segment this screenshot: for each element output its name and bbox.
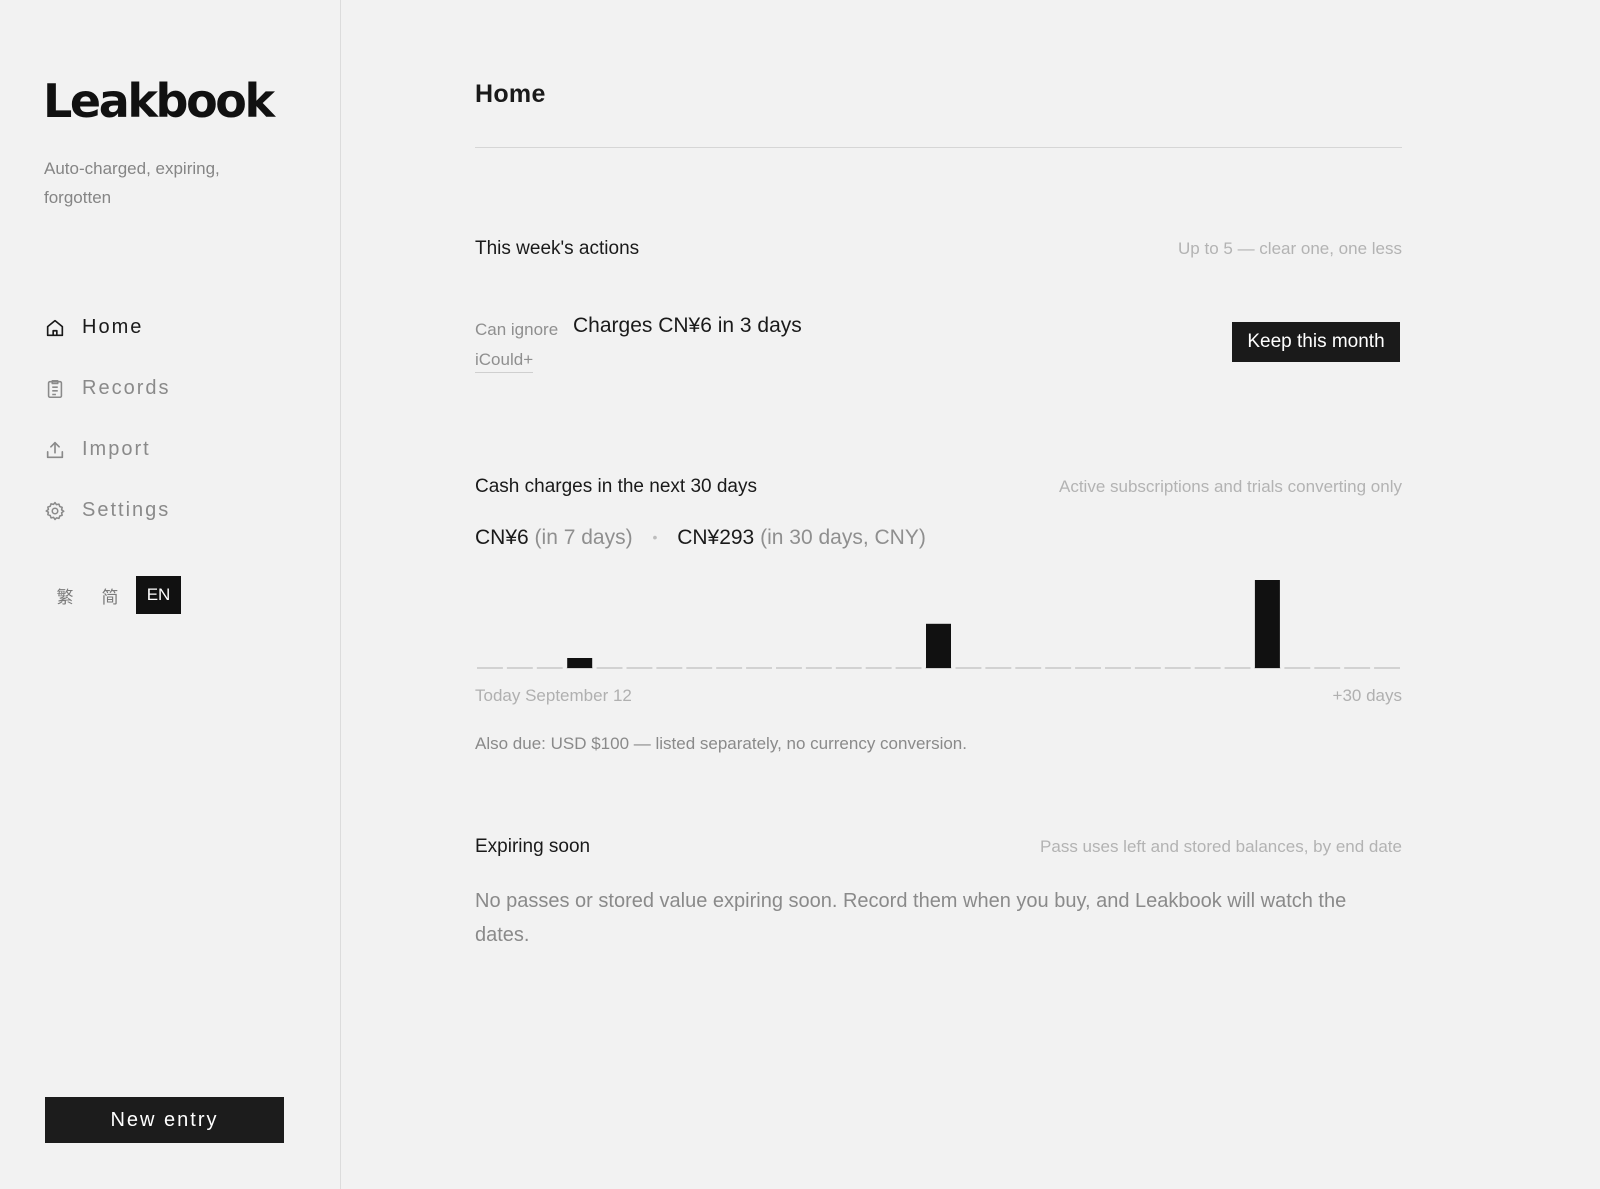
chart-day-baseline [1194,667,1221,669]
total-7-days-note: (in 7 days) [534,526,633,549]
chart-day-baseline [1314,667,1341,669]
sidebar-item-label: Settings [82,499,171,521]
total-30-days-note: (in 30 days, CNY) [760,526,926,549]
action-description: Charges CN¥6 in 3 days [573,314,802,337]
chart-day-baseline [746,667,772,669]
chart-day-baseline [985,667,1012,669]
expiring-section-note: Pass uses left and stored balances, by e… [1040,837,1402,856]
keep-this-month-button[interactable]: Keep this month [1232,322,1400,362]
lang-simplified-chinese-button[interactable]: 简 [91,576,129,614]
chart-day-baseline [1344,667,1371,669]
home-icon [44,317,66,339]
app-window: Leakbook Auto-charged, expiring, forgott… [0,0,1600,1189]
chart-day-baseline [477,667,503,669]
sidebar: Leakbook Auto-charged, expiring, forgott… [0,0,341,1189]
total-7-days-amount: CN¥6 [475,526,529,549]
page-title: Home [475,80,546,108]
actions-section-note: Up to 5 — clear one, one less [1178,239,1402,258]
clipboard-icon [44,378,66,400]
chart-day-baseline [536,667,563,669]
chart-day-baseline [1045,667,1072,669]
action-item: Can ignore Charges CN¥6 in 3 days iCould… [475,314,1402,374]
chart-day-baseline [656,667,683,669]
chart-day-baseline [716,667,743,669]
chart-day-baseline [835,667,862,669]
chart-day-baseline [1164,667,1191,669]
app-logo: Leakbook [43,74,275,128]
chart-bar[interactable] [567,658,593,668]
sidebar-item-records[interactable]: Records [44,358,170,419]
total-30-days-amount: CN¥293 [677,526,755,549]
chart-day-baseline [626,667,653,669]
lang-traditional-chinese-button[interactable]: 繁 [46,576,84,614]
new-entry-button[interactable]: New entry [45,1097,284,1143]
charges-section-title: Cash charges in the next 30 days [475,476,758,497]
chart-day-baseline [596,667,623,669]
charges-section-header: Cash charges in the next 30 days Active … [475,476,1402,498]
upload-icon [44,439,66,461]
chart-bar[interactable] [926,623,951,668]
expiring-section-title: Expiring soon [475,836,591,857]
sidebar-item-label: Records [82,377,171,399]
chart-day-baseline [1015,667,1042,669]
chart-day-baseline [895,667,922,669]
chart-day-baseline [1284,667,1311,669]
charges-bar-chart [477,580,1400,669]
title-divider [475,147,1402,148]
app-tagline: Auto-charged, expiring, forgotten [44,159,220,207]
expiring-section-header: Expiring soon Pass uses left and stored … [475,836,1402,858]
chart-day-baseline [1075,667,1101,669]
chart-day-baseline [865,667,892,669]
language-switcher: 繁 简 EN [46,576,188,614]
chart-day-baseline [805,667,832,669]
chart-day-baseline [506,667,533,669]
actions-section-header: This week's actions Up to 5 — clear one,… [475,238,1402,260]
chart-day-baseline [776,667,802,669]
chart-day-baseline [955,667,982,669]
sidebar-nav: Home Records Import Settings [44,297,170,541]
chart-axis: Today September 12 +30 days [475,686,1402,706]
charges-totals: CN¥6 (in 7 days) • CN¥293 (in 30 days, C… [475,526,926,550]
action-subscription-link[interactable]: iCould+ [475,350,534,373]
lang-english-button[interactable]: EN [136,576,181,614]
chart-bar[interactable] [1254,580,1280,668]
chart-axis-start-label: Today September 12 [475,686,632,705]
separator-dot: • [652,529,658,545]
sidebar-item-label: Home [82,316,144,338]
sidebar-item-label: Import [82,438,151,460]
also-due-note: Also due: USD $100 — listed separately, … [475,734,967,753]
chart-day-baseline [1224,667,1251,669]
actions-section-title: This week's actions [475,238,640,259]
action-tag: Can ignore [475,320,559,339]
sidebar-item-home[interactable]: Home [44,297,170,358]
chart-day-baseline [1134,667,1161,669]
gear-icon [44,500,66,522]
charges-section-note: Active subscriptions and trials converti… [1059,477,1402,496]
chart-axis-end-label: +30 days [1332,686,1402,705]
chart-day-baseline [686,667,713,669]
chart-day-baseline [1105,667,1131,669]
sidebar-item-import[interactable]: Import [44,419,170,480]
chart-day-baseline [1374,667,1400,669]
sidebar-item-settings[interactable]: Settings [44,480,170,541]
expiring-empty-state: No passes or stored value expiring soon.… [475,890,1347,946]
